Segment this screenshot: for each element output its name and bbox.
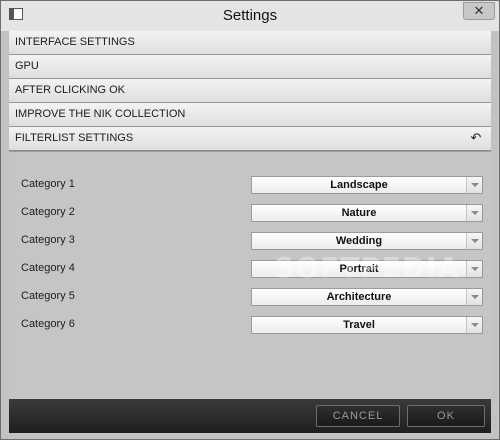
chevron-down-icon[interactable] bbox=[466, 289, 482, 305]
settings-window: Settings ✕ INTERFACE SETTINGS GPU AFTER … bbox=[0, 0, 500, 440]
category-value: Nature bbox=[341, 207, 377, 219]
category-value: Architecture bbox=[326, 291, 392, 303]
title-bar[interactable]: Settings ✕ bbox=[1, 1, 499, 31]
category-label: Category 6 bbox=[21, 318, 75, 330]
close-button[interactable]: ✕ bbox=[463, 2, 495, 20]
category-value: Travel bbox=[343, 319, 375, 331]
category-label: Category 1 bbox=[21, 178, 75, 190]
ok-button[interactable]: OK bbox=[407, 405, 485, 427]
category-row: Category 6 Travel bbox=[9, 316, 491, 334]
section-filterlist-settings[interactable]: FILTERLIST SETTINGS ↶ bbox=[9, 127, 491, 151]
section-label: INTERFACE SETTINGS bbox=[15, 36, 135, 48]
category-value: Wedding bbox=[335, 235, 383, 247]
category-select[interactable]: Wedding bbox=[251, 232, 483, 250]
category-row: Category 5 Architecture bbox=[9, 288, 491, 306]
category-label: Category 4 bbox=[21, 262, 75, 274]
category-row: Category 2 Nature bbox=[9, 204, 491, 222]
category-select[interactable]: Travel bbox=[251, 316, 483, 334]
section-label: FILTERLIST SETTINGS bbox=[15, 132, 134, 144]
category-label: Category 5 bbox=[21, 290, 75, 302]
category-select[interactable]: Landscape bbox=[251, 176, 483, 194]
cancel-button[interactable]: CANCEL bbox=[316, 405, 400, 427]
category-label: Category 2 bbox=[21, 206, 75, 218]
chevron-down-icon[interactable] bbox=[466, 205, 482, 221]
reset-arrow-icon[interactable]: ↶ bbox=[469, 131, 483, 145]
category-select[interactable]: Nature bbox=[251, 204, 483, 222]
section-after-clicking-ok[interactable]: AFTER CLICKING OK bbox=[9, 79, 491, 103]
section-label: AFTER CLICKING OK bbox=[15, 84, 126, 96]
section-label: GPU bbox=[15, 60, 39, 72]
chevron-down-icon[interactable] bbox=[466, 233, 482, 249]
category-label: Category 3 bbox=[21, 234, 75, 246]
chevron-down-icon[interactable] bbox=[466, 177, 482, 193]
chevron-down-icon[interactable] bbox=[466, 317, 482, 333]
window-title: Settings bbox=[222, 7, 278, 24]
section-gpu[interactable]: GPU bbox=[9, 55, 491, 79]
watermark: SOFTPEDIA bbox=[274, 251, 461, 284]
section-label: IMPROVE THE NIK COLLECTION bbox=[15, 108, 186, 120]
section-interface-settings[interactable]: INTERFACE SETTINGS bbox=[9, 31, 491, 55]
category-select[interactable]: Architecture bbox=[251, 288, 483, 306]
category-row: Category 1 Landscape bbox=[9, 176, 491, 194]
settings-sections: INTERFACE SETTINGS GPU AFTER CLICKING OK… bbox=[9, 31, 491, 151]
dialog-footer: CANCEL OK bbox=[9, 399, 491, 433]
category-value: Landscape bbox=[330, 179, 388, 191]
chevron-down-icon[interactable] bbox=[466, 261, 482, 277]
section-improve-nik-collection[interactable]: IMPROVE THE NIK COLLECTION bbox=[9, 103, 491, 127]
category-row: Category 3 Wedding bbox=[9, 232, 491, 250]
